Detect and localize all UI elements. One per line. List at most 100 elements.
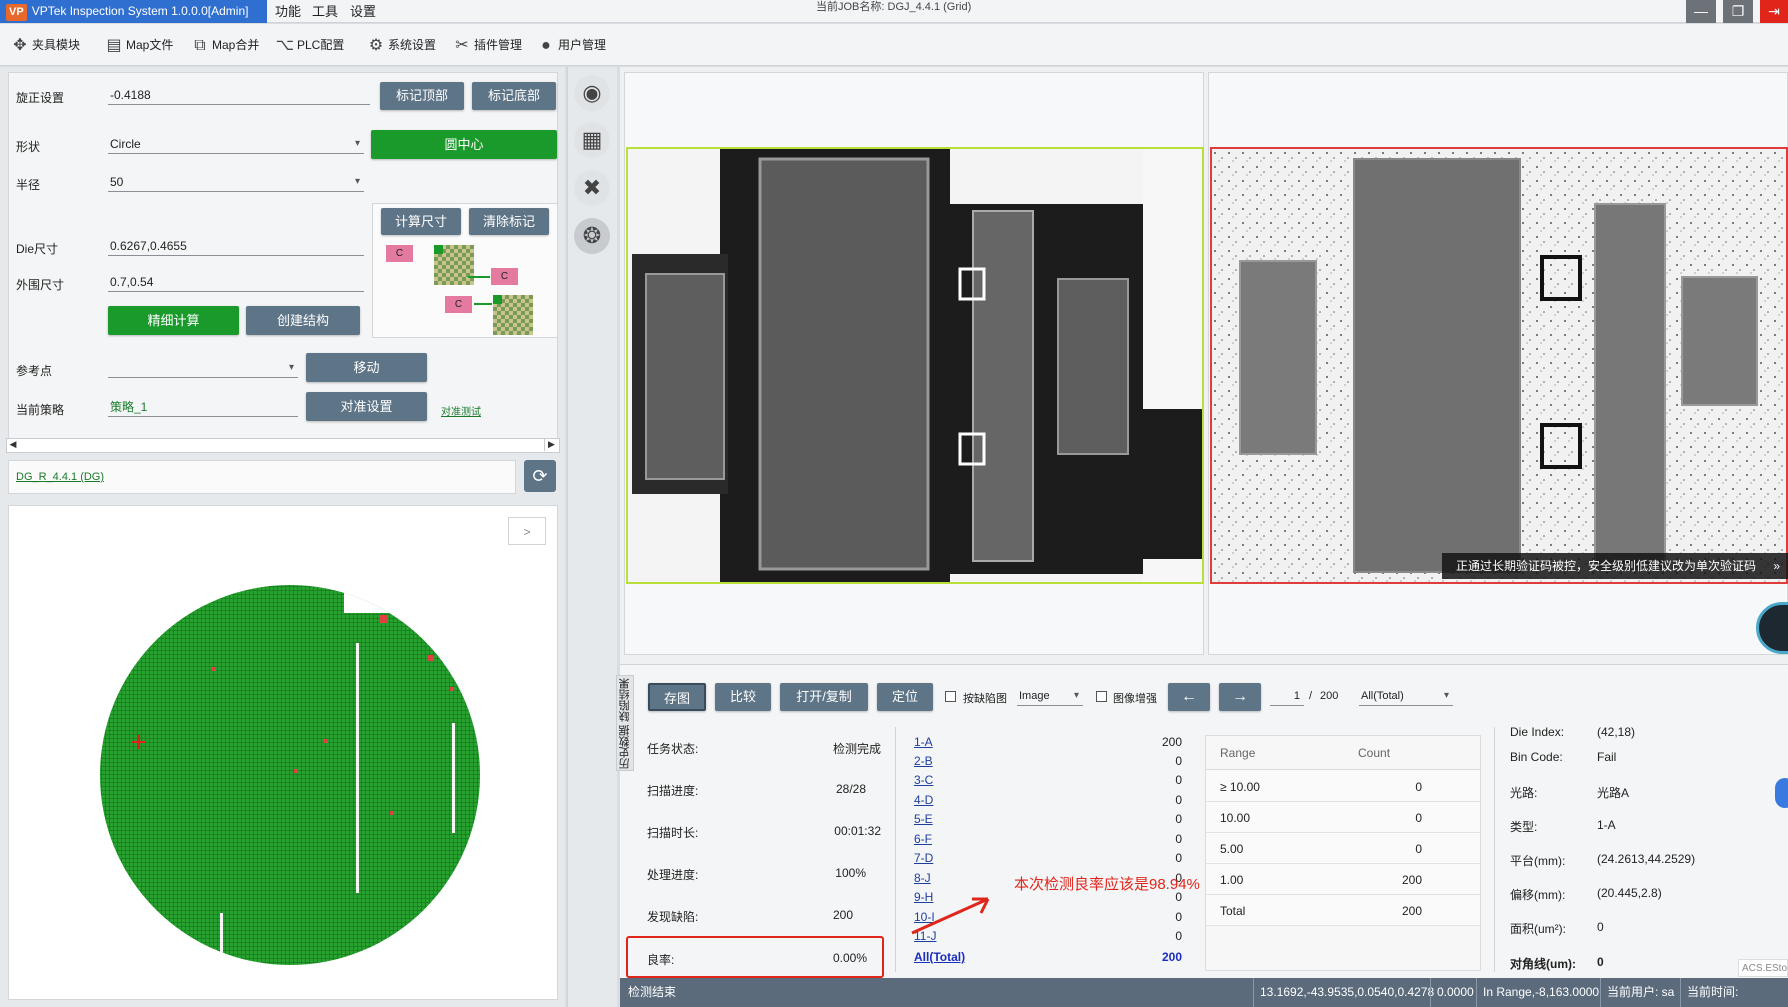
enhance-checkbox[interactable]	[1096, 691, 1107, 702]
history-defect-tab[interactable]: 历史数据 缺陷结果	[616, 675, 634, 771]
outer-size-input[interactable]: 0.7,0.54	[108, 272, 364, 292]
toolbar-map-file[interactable]: ▤ Map文件	[104, 33, 173, 57]
toolbar-plugin[interactable]: ✂ 插件管理	[452, 33, 522, 57]
menu-function[interactable]: 功能	[275, 0, 301, 23]
move-button[interactable]: 移动	[306, 353, 427, 382]
diagram-c-box-1: C	[386, 245, 413, 262]
toolbar-user[interactable]: ● 用户管理	[536, 33, 606, 57]
mark-bottom-button[interactable]: 标记底部	[472, 82, 556, 110]
bin-count-11j: 0	[1175, 929, 1182, 943]
range-table: Range Count ≥ 10.00 0 10.00 0 5.00 0 1.0…	[1205, 735, 1481, 971]
expand-panel-button[interactable]: >	[508, 517, 546, 545]
next-button[interactable]: →	[1219, 683, 1261, 711]
align-settings-button[interactable]: 对准设置	[306, 392, 427, 421]
side-collapse-icon[interactable]	[1775, 778, 1788, 808]
range-row[interactable]: 1.00 200	[1206, 864, 1480, 895]
create-structure-button[interactable]: 创建结构	[246, 306, 360, 335]
page-current-input[interactable]: 1	[1270, 686, 1304, 706]
compare-button[interactable]: 比较	[715, 683, 771, 711]
mark-top-button[interactable]: 标记顶部	[380, 82, 464, 110]
bin-link-all[interactable]: All(Total)	[914, 950, 965, 964]
status-range: In Range,-8,163.0000	[1476, 978, 1599, 1007]
save-image-button[interactable]: 存图	[648, 683, 706, 711]
bin-link-2b[interactable]: 2-B	[914, 754, 933, 768]
reference-image[interactable]	[626, 147, 1204, 584]
camera-icon[interactable]: ◉	[574, 75, 610, 111]
status-coords: 13.1692,-43.9535,0.0540,0.4278	[1253, 978, 1434, 1007]
strategy-value[interactable]: 策略_1	[108, 397, 298, 417]
bin-link-6f[interactable]: 6-F	[914, 832, 932, 846]
refresh-icon[interactable]: ⟳	[524, 460, 556, 492]
bin-count-5e: 0	[1175, 812, 1182, 826]
rotation-label: 旋正设置	[16, 91, 65, 105]
bin-link-4d[interactable]: 4-D	[914, 793, 933, 807]
measure-tools-icon[interactable]: ✖	[574, 170, 610, 206]
locate-button[interactable]: 定位	[877, 683, 933, 711]
warning-expand-icon[interactable]: »	[1773, 553, 1780, 579]
offset-value: (20.445,2.8)	[1597, 886, 1662, 900]
rotation-input[interactable]: -0.4188	[108, 85, 370, 105]
bin-link-8j[interactable]: 8-J	[914, 871, 931, 885]
radius-select[interactable]: 50	[108, 172, 364, 192]
bin-link-1a[interactable]: 1-A	[914, 735, 933, 749]
range-cell: 1.00	[1220, 873, 1244, 887]
menu-tools[interactable]: 工具	[312, 0, 338, 23]
die-size-input[interactable]: 0.6267,0.4655	[108, 236, 364, 256]
range-row[interactable]: 5.00 0	[1206, 833, 1480, 864]
clear-mark-button[interactable]: 清除标记	[469, 208, 549, 235]
bin-link-7d[interactable]: 7-D	[914, 851, 933, 865]
image-type-select[interactable]: Image	[1017, 686, 1083, 706]
range-row[interactable]: Total 200	[1206, 895, 1480, 926]
wafer-settings-icon[interactable]: ❂	[574, 218, 610, 254]
defect-die	[212, 667, 216, 671]
scan-duration-label: 扫描时长:	[647, 826, 699, 840]
shape-select[interactable]: Circle	[108, 134, 364, 154]
toolbar-fixture-label: 夹具模块	[32, 38, 81, 52]
scroll-left-icon[interactable]: ◀	[7, 438, 19, 451]
toolbar-fixture[interactable]: ✥ 夹具模块	[10, 33, 80, 57]
bin-count-2b: 0	[1175, 754, 1182, 768]
die-size-label: Die尺寸	[16, 242, 59, 256]
scan-progress-label: 扫描进度:	[647, 784, 699, 798]
user-icon: ●	[541, 36, 551, 54]
restore-button[interactable]: ❐	[1723, 0, 1753, 23]
range-row[interactable]: ≥ 10.00 0	[1206, 771, 1480, 802]
minimize-button[interactable]: —	[1686, 0, 1716, 23]
wafer-grid-icon[interactable]: ▦	[574, 122, 610, 158]
bin-count-4d: 0	[1175, 793, 1182, 807]
wafer-map[interactable]	[94, 583, 486, 967]
scroll-right-icon[interactable]: ▶	[544, 438, 558, 451]
logout-button[interactable]: ⇥	[1760, 0, 1788, 23]
bin-count-all: 200	[1161, 950, 1182, 964]
by-defect-checkbox[interactable]	[945, 691, 956, 702]
calc-size-button[interactable]: 计算尺寸	[381, 208, 461, 235]
security-warning-text: 正通过长期验证码被控，安全级别低建议改为单次验证码	[1456, 559, 1757, 573]
toolbar-plc[interactable]: ⌥ PLC配置	[275, 33, 345, 57]
job-link[interactable]: DG_R_4.4.1 (DG)	[16, 471, 104, 483]
horizontal-scrollbar[interactable]	[6, 438, 560, 453]
prev-button[interactable]: ←	[1168, 683, 1210, 711]
ref-point-select[interactable]	[108, 358, 298, 378]
bin-filter-select[interactable]: All(Total)	[1359, 686, 1453, 706]
toolbar-map-merge[interactable]: ⧉ Map合并	[190, 33, 259, 57]
scan-duration-value: 00:01:32	[834, 824, 881, 838]
defect-image[interactable]	[1210, 147, 1788, 584]
bin-link-3c[interactable]: 3-C	[914, 773, 933, 787]
toolbar-user-label: 用户管理	[558, 38, 607, 52]
diagram-connector-1	[468, 276, 490, 278]
toolbar-system-settings[interactable]: ⚙ 系统设置	[366, 33, 436, 57]
bin-link-5e[interactable]: 5-E	[914, 812, 933, 826]
circle-center-button[interactable]: 圆中心	[371, 130, 557, 159]
offset-label: 偏移(mm):	[1510, 888, 1566, 902]
plc-icon: ⌥	[275, 36, 295, 54]
task-status-value: 检测完成	[832, 742, 881, 756]
wafer-column-gap	[220, 913, 223, 963]
range-cell: 10.00	[1220, 811, 1251, 825]
open-copy-button[interactable]: 打开/复制	[780, 683, 868, 711]
align-test-link[interactable]: 对准测试	[441, 403, 481, 418]
diagram-anchor-1	[434, 245, 443, 254]
range-row[interactable]: 10.00 0	[1206, 802, 1480, 833]
fine-calc-button[interactable]: 精细计算	[108, 306, 239, 335]
menu-settings[interactable]: 设置	[350, 0, 376, 23]
watermark: ACS.EStor	[1738, 959, 1788, 977]
